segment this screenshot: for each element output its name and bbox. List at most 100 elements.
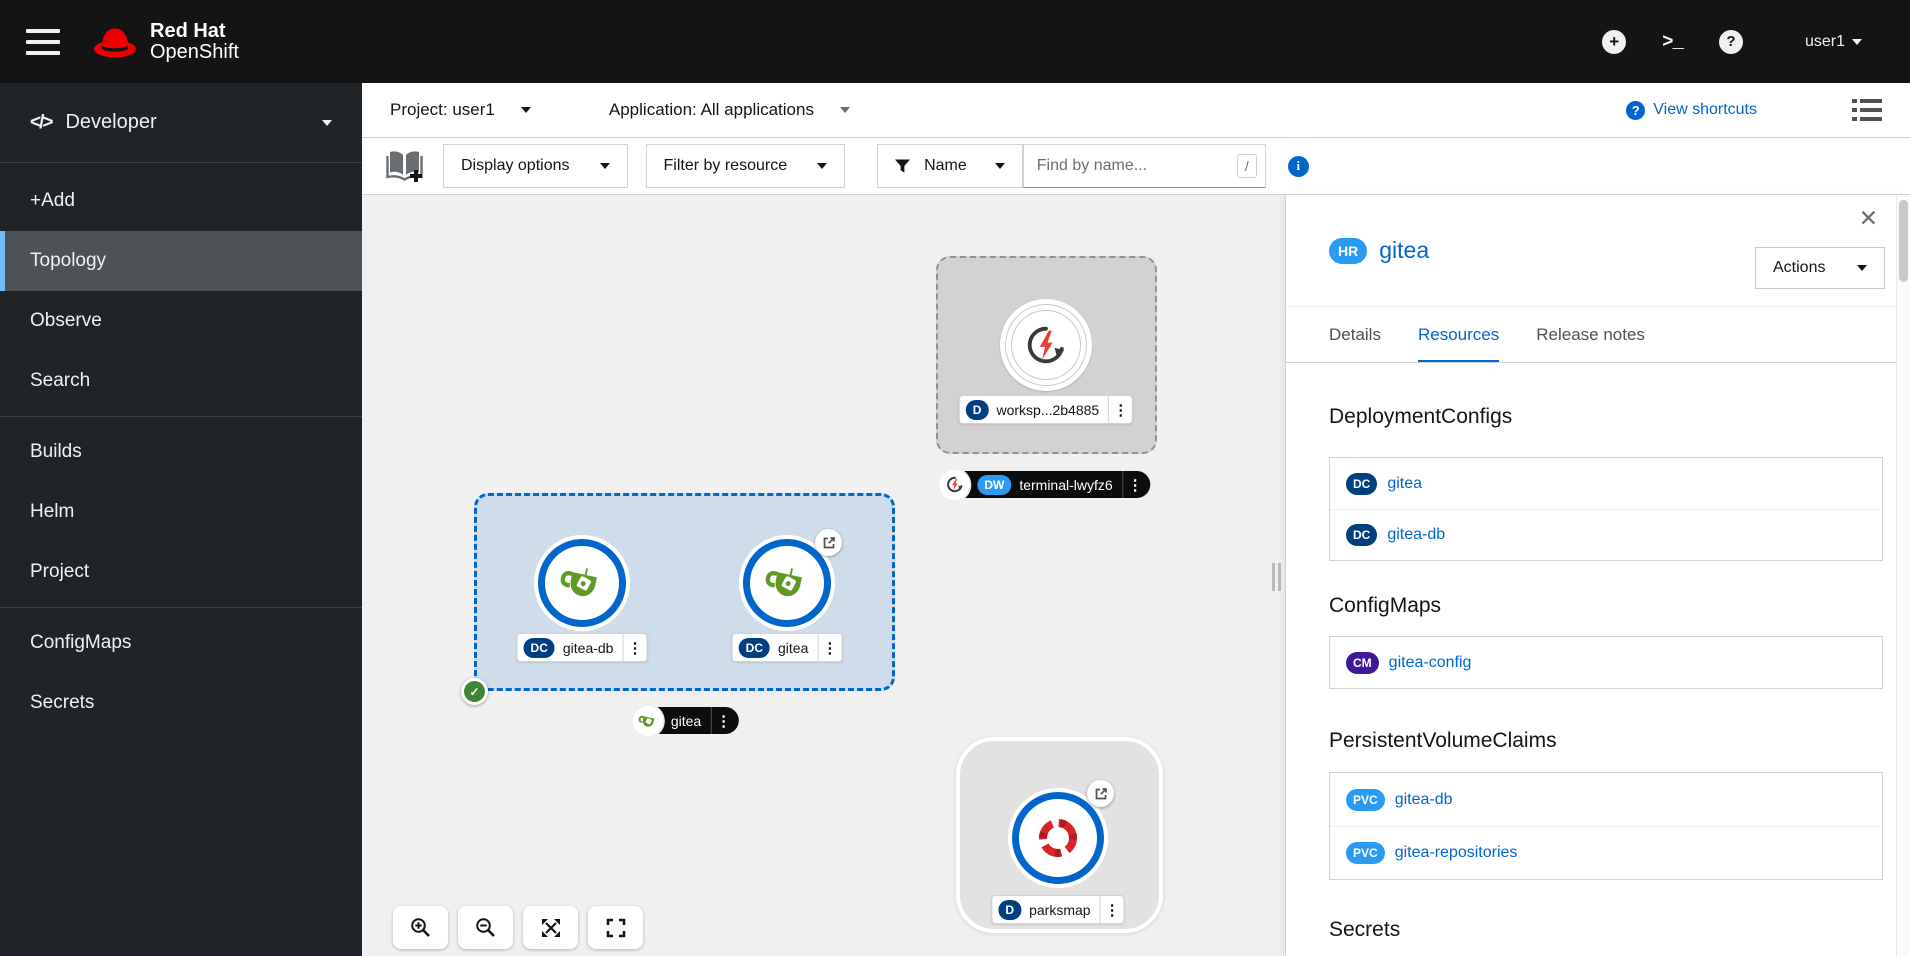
kebab-menu-icon[interactable] [817, 634, 841, 661]
openshift-console: Red Hat OpenShift + >_ ? user1 </> Devel… [0, 0, 1910, 956]
resource-list-item[interactable]: DC gitea [1330, 458, 1882, 509]
panel-scrollbar[interactable] [1896, 195, 1910, 956]
nav-toggle-button[interactable] [26, 28, 60, 55]
gitea-icon [560, 568, 597, 597]
topology-controls [393, 906, 643, 949]
filter-by-resource-label: Filter by resource [663, 157, 788, 174]
parksmap-node[interactable] [1012, 792, 1104, 884]
close-panel-button[interactable]: ✕ [1859, 207, 1878, 230]
view-shortcuts-link[interactable]: ? View shortcuts [1626, 100, 1757, 120]
chevron-down-icon [1852, 38, 1862, 45]
list-view-toggle-button[interactable] [1852, 98, 1882, 123]
kebab-menu-icon[interactable] [1122, 471, 1147, 498]
help-button[interactable]: ? [1718, 29, 1743, 54]
resource-link[interactable]: gitea-db [1387, 526, 1445, 544]
chevron-down-icon [817, 163, 828, 169]
topology-canvas[interactable]: D worksp...2b4885 DW terminal-lwyfz6 [362, 195, 1285, 956]
resource-link[interactable]: gitea-repositories [1395, 844, 1518, 862]
name-filter-dropdown[interactable]: Name [877, 144, 1023, 188]
chevron-down-icon [994, 163, 1005, 169]
resource-link[interactable]: gitea-db [1395, 791, 1453, 809]
resource-link[interactable]: gitea-config [1389, 654, 1472, 672]
info-icon[interactable]: i [1287, 155, 1309, 177]
deploymentconfigs-list: DC gitea DC gitea-db [1329, 457, 1883, 561]
display-options-dropdown[interactable]: Display options [443, 144, 628, 188]
tabs-divider [1286, 362, 1910, 363]
configmaps-list: CM gitea-config [1329, 636, 1883, 689]
kebab-menu-icon[interactable] [1099, 896, 1124, 923]
resource-list-item[interactable]: PVC gitea-db [1330, 773, 1882, 826]
sidebar-item-project[interactable]: Project [0, 542, 362, 602]
kebab-menu-icon[interactable] [711, 707, 735, 734]
quick-search-button[interactable] [386, 150, 423, 182]
quick-create-button[interactable]: + [1602, 29, 1627, 54]
web-terminal-button[interactable]: >_ [1662, 31, 1684, 53]
zoom-out-button[interactable] [458, 906, 513, 949]
parksmap-node-label[interactable]: D parksmap [991, 895, 1125, 924]
sidebar-divider [0, 416, 362, 417]
kebab-menu-icon[interactable] [622, 634, 646, 661]
sidebar: </> Developer +Add Topology Observe Sear… [0, 83, 362, 956]
tab-details[interactable]: Details [1329, 307, 1381, 363]
fit-to-screen-button[interactable] [523, 906, 578, 949]
workspace-node[interactable] [1000, 299, 1092, 391]
resource-kind-badge: DW [977, 474, 1012, 495]
sidebar-divider [0, 607, 362, 608]
resource-list-item[interactable]: DC gitea-db [1330, 509, 1882, 560]
scrollbar-thumb[interactable] [1899, 200, 1908, 282]
open-url-decorator[interactable] [815, 529, 842, 556]
section-heading-pvcs: PersistentVolumeClaims [1329, 729, 1557, 752]
tab-release-notes[interactable]: Release notes [1536, 307, 1645, 363]
sidebar-item-secrets[interactable]: Secrets [0, 673, 362, 733]
sidebar-item-configmaps[interactable]: ConfigMaps [0, 613, 362, 673]
panel-header: HR gitea [1329, 237, 1429, 264]
filter-by-resource-dropdown[interactable]: Filter by resource [645, 144, 846, 188]
sidebar-item-topology[interactable]: Topology [0, 231, 362, 291]
sidebar-nav: +Add Topology Observe Search Builds Helm… [0, 163, 362, 733]
pvcs-list: PVC gitea-db PVC gitea-repositories [1329, 772, 1883, 880]
perspective-switcher[interactable]: </> Developer [0, 83, 362, 163]
kebab-menu-icon[interactable] [1108, 396, 1132, 423]
sidebar-item-observe[interactable]: Observe [0, 291, 362, 351]
chevron-down-icon [322, 119, 332, 126]
user-menu[interactable]: user1 [1805, 33, 1862, 51]
actions-dropdown[interactable]: Actions [1755, 247, 1885, 289]
find-by-name-wrapper: / [1022, 144, 1266, 188]
resource-link[interactable]: gitea [1387, 475, 1422, 493]
sidebar-item-helm[interactable]: Helm [0, 482, 362, 542]
success-status-decorator[interactable]: ✓ [461, 678, 488, 705]
redhat-fedora-icon [94, 28, 136, 57]
sidebar-item-add[interactable]: +Add [0, 171, 362, 231]
panel-title[interactable]: gitea [1379, 237, 1429, 264]
display-options-label: Display options [461, 157, 570, 174]
open-url-decorator[interactable] [1087, 780, 1114, 807]
zoom-in-button[interactable] [393, 906, 448, 949]
chevron-down-icon [1857, 265, 1867, 271]
gitea-db-node[interactable] [538, 539, 626, 627]
gitea-db-node-label[interactable]: DC gitea-db [516, 633, 648, 662]
panel-tabs: Details Resources Release notes [1329, 307, 1645, 363]
application-dropdown[interactable]: Application: All applications [609, 100, 850, 120]
dc-badge: DC [1346, 524, 1378, 546]
resource-list-item[interactable]: CM gitea-config [1330, 637, 1882, 688]
tab-resources[interactable]: Resources [1418, 307, 1499, 363]
workspace-node-label[interactable]: D worksp...2b4885 [958, 395, 1134, 424]
project-dropdown[interactable]: Project: user1 [390, 100, 531, 120]
section-heading-deploymentconfigs: DeploymentConfigs [1329, 405, 1513, 428]
list-icon [1852, 98, 1882, 121]
gitea-node[interactable] [743, 539, 831, 627]
panel-resize-handle[interactable] [1272, 563, 1281, 591]
sidebar-item-builds[interactable]: Builds [0, 422, 362, 482]
close-icon: ✕ [1858, 205, 1878, 231]
fullscreen-button[interactable] [588, 906, 643, 949]
find-by-name-input[interactable] [1022, 144, 1266, 188]
gitea-node-label[interactable]: DC gitea [731, 633, 843, 662]
resource-list-item[interactable]: PVC gitea-repositories [1330, 826, 1882, 879]
terminal-app-label[interactable]: DW terminal-lwyfz6 [939, 469, 1151, 500]
gitea-application-label[interactable]: gitea [632, 705, 740, 736]
masthead: Red Hat OpenShift + >_ ? user1 [0, 0, 1910, 83]
section-heading-configmaps: ConfigMaps [1329, 594, 1442, 617]
dc-badge: DC [1346, 472, 1378, 495]
sidebar-item-search[interactable]: Search [0, 351, 362, 411]
zoom-in-icon [411, 918, 430, 937]
